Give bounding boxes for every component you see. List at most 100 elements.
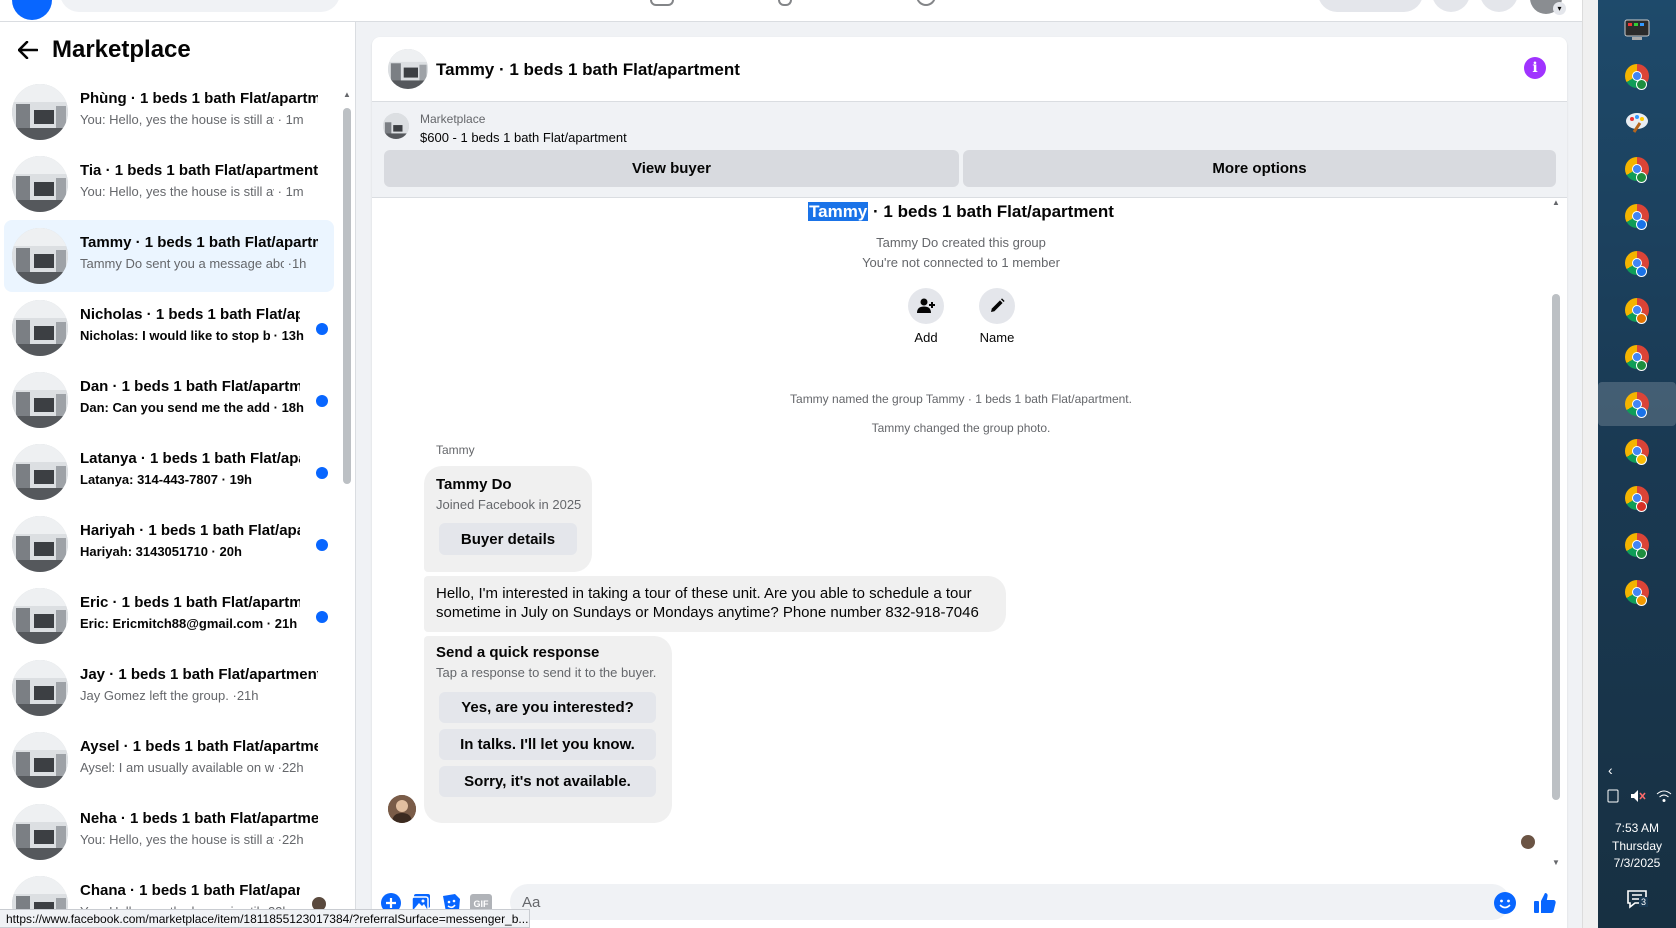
top-navigation-bar: ▾ [0, 0, 1598, 22]
chrome-profile-icon-active[interactable] [1598, 382, 1676, 426]
conversation-preview: Hariyah: 3143051710 · 20h [80, 544, 242, 559]
chrome-profile-icon[interactable] [1613, 147, 1661, 191]
conversation-item[interactable]: Eric · 1 beds 1 bath Flat/apartment Eric… [4, 580, 334, 652]
listing-title[interactable]: $600 - 1 beds 1 bath Flat/apartment [420, 130, 627, 145]
scrollbar-thumb[interactable] [343, 108, 351, 484]
conversation-item[interactable]: Nicholas · 1 beds 1 bath Flat/apartment … [4, 292, 334, 364]
facebook-search-input[interactable] [60, 0, 340, 12]
buyer-name: Tammy Do [436, 476, 512, 493]
info-icon[interactable]: i [1524, 57, 1546, 79]
name-label: Name [979, 330, 1015, 345]
messenger-icon[interactable] [1480, 0, 1518, 12]
conversation-name: Dan · 1 beds 1 bath Flat/apartment [80, 378, 300, 395]
back-arrow-icon[interactable] [14, 36, 42, 64]
emoji-icon[interactable] [1494, 892, 1516, 914]
speaker-muted-icon[interactable] [1630, 789, 1646, 808]
conversation-name: Nicholas · 1 beds 1 bath Flat/apartment [80, 306, 300, 323]
unread-indicator [316, 539, 328, 551]
notification-center-icon[interactable]: 3 [1625, 887, 1649, 911]
chrome-profile-icon[interactable] [1613, 241, 1661, 285]
chrome-profile-icon[interactable] [1613, 194, 1661, 238]
marketplace-nav-icon[interactable] [650, 0, 674, 6]
menu-grid-icon[interactable] [1432, 0, 1470, 12]
conversation-name: Eric · 1 beds 1 bath Flat/apartment [80, 594, 300, 611]
conversation-item-active[interactable]: Tammy · 1 beds 1 bath Flat/apartment Tam… [4, 220, 334, 292]
conversation-preview: You: Hello, yes the house is still avail… [80, 832, 304, 847]
chrome-profile-icon[interactable] [1613, 288, 1661, 332]
clock-time[interactable]: 7:53 AM [1598, 821, 1676, 835]
chrome-profile-icon[interactable] [1613, 429, 1661, 473]
conversation-item[interactable]: Dan · 1 beds 1 bath Flat/apartment Dan: … [4, 364, 334, 436]
conversation-item[interactable]: Aysel · 1 beds 1 bath Flat/apartment Ays… [4, 724, 334, 796]
quick-response-card: Send a quick response Tap a response to … [424, 636, 672, 823]
pencil-icon[interactable] [979, 288, 1015, 324]
marketplace-inbox-sidebar: Marketplace Phùng · 1 beds 1 bath Flat/a… [0, 22, 356, 928]
more-options-button[interactable]: More options [963, 150, 1556, 187]
quick-response-subtitle: Tap a response to send it to the buyer. [436, 665, 657, 680]
buyer-details-button[interactable]: Buyer details [439, 523, 577, 555]
sender-avatar[interactable] [388, 795, 416, 823]
listing-thumbnail [12, 84, 68, 140]
add-member-action[interactable]: Add [896, 288, 956, 345]
tablet-mode-icon[interactable] [1606, 789, 1620, 808]
svg-text:GIF: GIF [474, 899, 490, 909]
chevron-down-icon[interactable]: ▾ [1553, 2, 1566, 15]
view-buyer-button[interactable]: View buyer [384, 150, 959, 187]
conversation-item[interactable]: Jay · 1 beds 1 bath Flat/apartment Jay G… [4, 652, 334, 724]
groups-nav-icon[interactable] [778, 0, 792, 6]
conversation-title[interactable]: Tammy · 1 beds 1 bath Flat/apartment [436, 60, 740, 80]
thread-scrollbar[interactable]: ▲ ▼ [1550, 198, 1562, 878]
facebook-logo[interactable] [12, 0, 52, 20]
conversation-item[interactable]: Phùng · 1 beds 1 bath Flat/apartment You… [4, 76, 334, 148]
scrollbar-thumb[interactable] [1552, 294, 1560, 800]
quick-response-in-talks-button[interactable]: In talks. I'll let you know. [439, 729, 656, 760]
quick-response-title: Send a quick response [436, 644, 600, 661]
buyer-joined: Joined Facebook in 2025 [436, 497, 582, 512]
buyer-profile-card: Tammy Do Joined Facebook in 2025 Buyer d… [424, 466, 592, 572]
listing-thumbnail [12, 300, 68, 356]
group-created-text: Tammy Do created this group [876, 235, 1046, 250]
conversation-avatar[interactable] [388, 49, 428, 89]
chrome-profile-icon[interactable] [1613, 476, 1661, 520]
message-text: Hello, I'm interested in taking a tour o… [436, 585, 979, 621]
conversation-preview: Tammy Do sent you a message about your l… [80, 256, 307, 271]
chrome-profile-icon[interactable] [1613, 54, 1661, 98]
sidebar-scrollbar[interactable]: ▲ [343, 90, 351, 928]
conversation-name: Chana · 1 beds 1 bath Flat/apartment [80, 882, 300, 899]
listing-thumbnail [12, 156, 68, 212]
conversation-header: Tammy · 1 beds 1 bath Flat/apartment i [372, 37, 1567, 102]
chrome-profile-icon[interactable] [1613, 570, 1661, 614]
conversation-item[interactable]: Latanya · 1 beds 1 bath Flat/apartment L… [4, 436, 334, 508]
screen-recorder-icon[interactable] [1613, 8, 1661, 52]
paint-app-icon[interactable] [1613, 100, 1661, 144]
conversation-name: Neha · 1 beds 1 bath Flat/apartment [80, 810, 318, 827]
conversation-item[interactable]: Tia · 1 beds 1 bath Flat/apartment You: … [4, 148, 334, 220]
name-group-action[interactable]: Name [967, 288, 1027, 345]
conversation-list: Phùng · 1 beds 1 bath Flat/apartment You… [0, 76, 340, 928]
conversation-item[interactable]: Neha · 1 beds 1 bath Flat/apartment You:… [4, 796, 334, 868]
scroll-down-icon[interactable]: ▼ [1552, 858, 1560, 867]
scroll-up-icon[interactable]: ▲ [1552, 198, 1560, 207]
message-input[interactable] [510, 884, 1510, 920]
wifi-icon[interactable] [1656, 789, 1672, 808]
scroll-up-icon[interactable]: ▲ [343, 90, 351, 99]
clock-date[interactable]: 7/3/2025 [1598, 856, 1676, 870]
clock-day[interactable]: Thursday [1598, 839, 1676, 853]
find-friends-button[interactable] [1318, 0, 1423, 12]
conversation-name: Jay · 1 beds 1 bath Flat/apartment [80, 666, 318, 683]
quick-response-yes-button[interactable]: Yes, are you interested? [439, 692, 656, 723]
conversation-name: Tia · 1 beds 1 bath Flat/apartment [80, 162, 318, 179]
conversation-item[interactable]: Hariyah · 1 beds 1 bath Flat/apartment H… [4, 508, 334, 580]
listing-thumbnail [12, 444, 68, 500]
quick-response-not-available-button[interactable]: Sorry, it's not available. [439, 766, 656, 797]
listing-thumbnail [12, 228, 68, 284]
group-connection-text: You're not connected to 1 member [862, 255, 1060, 270]
gaming-nav-icon[interactable] [916, 0, 936, 6]
thumbs-up-icon[interactable] [1532, 890, 1558, 916]
chrome-profile-icon[interactable] [1613, 335, 1661, 379]
conversation-preview: You: Hello, yes the house is still avail… [80, 112, 304, 127]
chrome-profile-icon[interactable] [1613, 523, 1661, 567]
tray-chevron-icon[interactable]: ‹ [1608, 762, 1613, 778]
listing-thumbnail [12, 372, 68, 428]
add-person-icon[interactable] [908, 288, 944, 324]
